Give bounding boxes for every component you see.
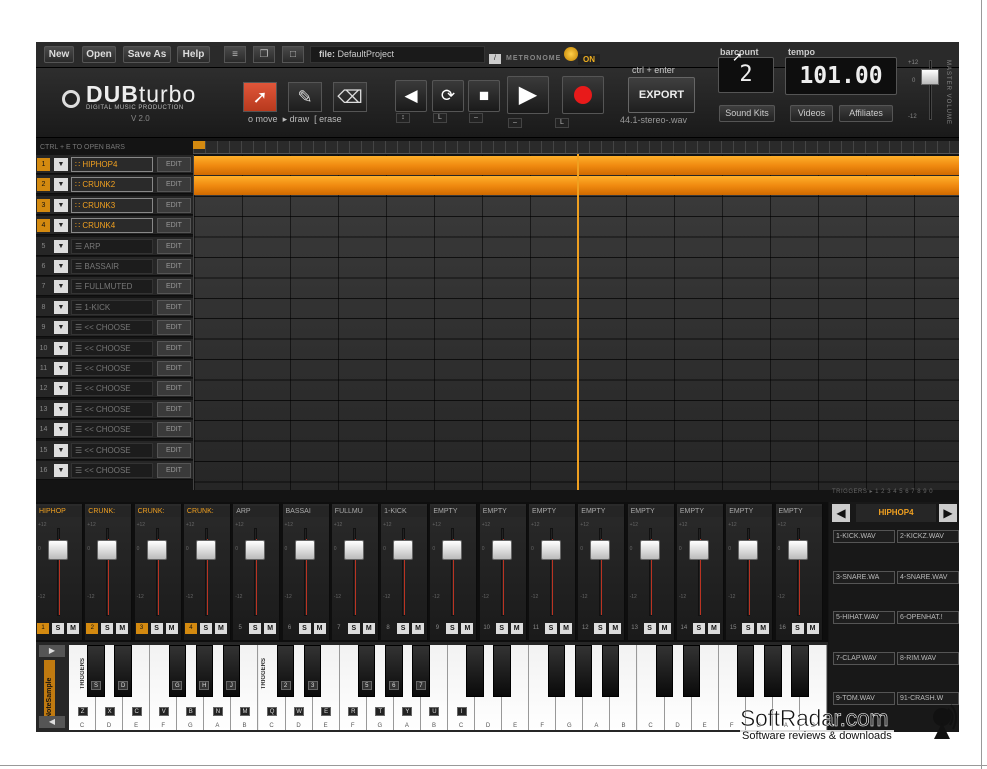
- piano-keyboard[interactable]: CDEFGABCDEFGABCDEFGABCDEFGABSDGHJ23567ZX…: [69, 645, 827, 730]
- key-trigger-label: Z: [77, 707, 88, 716]
- satellite-icon: [930, 703, 960, 739]
- sample-pad[interactable]: 9-TOM.WAV: [833, 692, 895, 705]
- key-note: G: [187, 723, 193, 729]
- sample-pad[interactable]: 4-SNARE.WAV: [897, 570, 959, 584]
- key-note: F: [350, 723, 355, 729]
- key-note: B: [621, 723, 626, 729]
- key-note: C: [648, 723, 653, 729]
- sample-pad[interactable]: 7-CLAP.WAV: [833, 651, 895, 665]
- sample-pad[interactable]: 1-KICK.WAV: [833, 530, 895, 543]
- key-trigger-label: 2: [280, 681, 291, 690]
- dubturbo-window: New Open Save As Help ≡ ❐ □ file: Defaul…: [36, 42, 959, 732]
- key-note: A: [215, 723, 220, 729]
- sample-pad[interactable]: 3-SNARE.WA: [833, 570, 895, 584]
- sample-pad[interactable]: 6-OPENHAT.!: [897, 611, 959, 624]
- key-note: D: [106, 723, 112, 729]
- key-note: C: [458, 723, 464, 729]
- sample-pads: 1-KICK.WAV 2-KICKZ.WAV 3-SNARE.WA 4-SNARE.W…: [36, 42, 959, 732]
- key-trigger-label: U: [429, 707, 440, 716]
- black-key[interactable]: [574, 645, 592, 697]
- key-trigger-label: S: [91, 681, 102, 690]
- black-key[interactable]: [791, 645, 809, 697]
- key-trigger-label: G: [172, 681, 183, 690]
- black-key[interactable]: [547, 645, 565, 697]
- key-note: E: [323, 723, 328, 729]
- key-note: C: [79, 723, 85, 729]
- black-key[interactable]: [493, 645, 511, 697]
- key-note: A: [594, 723, 599, 729]
- sample-pad[interactable]: 8-RIM.WAV: [897, 651, 959, 665]
- key-note: F: [540, 723, 545, 729]
- black-key[interactable]: [764, 645, 782, 697]
- key-trigger-label: N: [212, 707, 223, 716]
- key-note: B: [431, 723, 436, 729]
- watermark-subtitle: Software reviews & downloads: [740, 730, 894, 742]
- frame-border: [0, 765, 987, 766]
- key-trigger-label: Q: [267, 707, 278, 716]
- key-note: G: [566, 723, 572, 729]
- key-trigger-label: D: [118, 681, 129, 690]
- sample-pad[interactable]: 5-HIHAT.WAV: [833, 611, 895, 624]
- key-trigger-label: W: [294, 707, 305, 716]
- octave-up-button[interactable]: ▶: [39, 645, 65, 657]
- watermark-title: SoftRadar.com: [740, 705, 889, 732]
- key-trigger-label: I: [456, 707, 467, 716]
- black-key[interactable]: [601, 645, 620, 697]
- key-trigger-label: V: [158, 707, 169, 716]
- key-trigger-label: J: [226, 681, 237, 690]
- key-trigger-label: 3: [307, 681, 318, 690]
- key-note: C: [269, 723, 274, 729]
- frame-border-right: [981, 0, 982, 769]
- key-note: F: [161, 723, 166, 729]
- key-note: E: [702, 723, 707, 729]
- black-key[interactable]: [655, 645, 674, 697]
- instrument-name: NoteSample: [44, 660, 55, 720]
- key-trigger-label: 5: [361, 681, 372, 690]
- key-note: D: [296, 723, 301, 729]
- sample-pad[interactable]: 2-KICKZ.WAV: [897, 530, 959, 543]
- key-trigger-label: T: [375, 707, 386, 716]
- key-trigger-label: 6: [388, 681, 399, 690]
- key-note: B: [242, 723, 247, 729]
- triggers-label-1: TRIGGERS: [80, 658, 86, 690]
- key-trigger-label: R: [348, 707, 359, 716]
- watermark: SoftRadar.com Software reviews & downloa…: [738, 703, 970, 747]
- key-note: A: [404, 723, 409, 729]
- key-trigger-label: C: [131, 707, 142, 716]
- octave-down-button[interactable]: ◀: [39, 716, 65, 728]
- key-note: G: [377, 723, 383, 729]
- key-trigger-label: H: [199, 681, 210, 690]
- key-trigger-label: 7: [415, 681, 426, 690]
- key-note: D: [485, 723, 491, 729]
- triggers-label-2: TRIGGERS: [261, 658, 267, 690]
- key-note: D: [675, 723, 680, 729]
- key-trigger-label: Y: [402, 707, 413, 716]
- black-key[interactable]: [682, 645, 701, 697]
- key-note: E: [134, 723, 139, 729]
- key-trigger-label: B: [185, 707, 196, 716]
- key-note: E: [513, 723, 518, 729]
- key-trigger-label: M: [239, 707, 250, 716]
- key-trigger-label: E: [321, 707, 332, 716]
- black-key[interactable]: [466, 645, 484, 697]
- black-key[interactable]: [737, 645, 755, 697]
- key-trigger-label: X: [104, 707, 115, 716]
